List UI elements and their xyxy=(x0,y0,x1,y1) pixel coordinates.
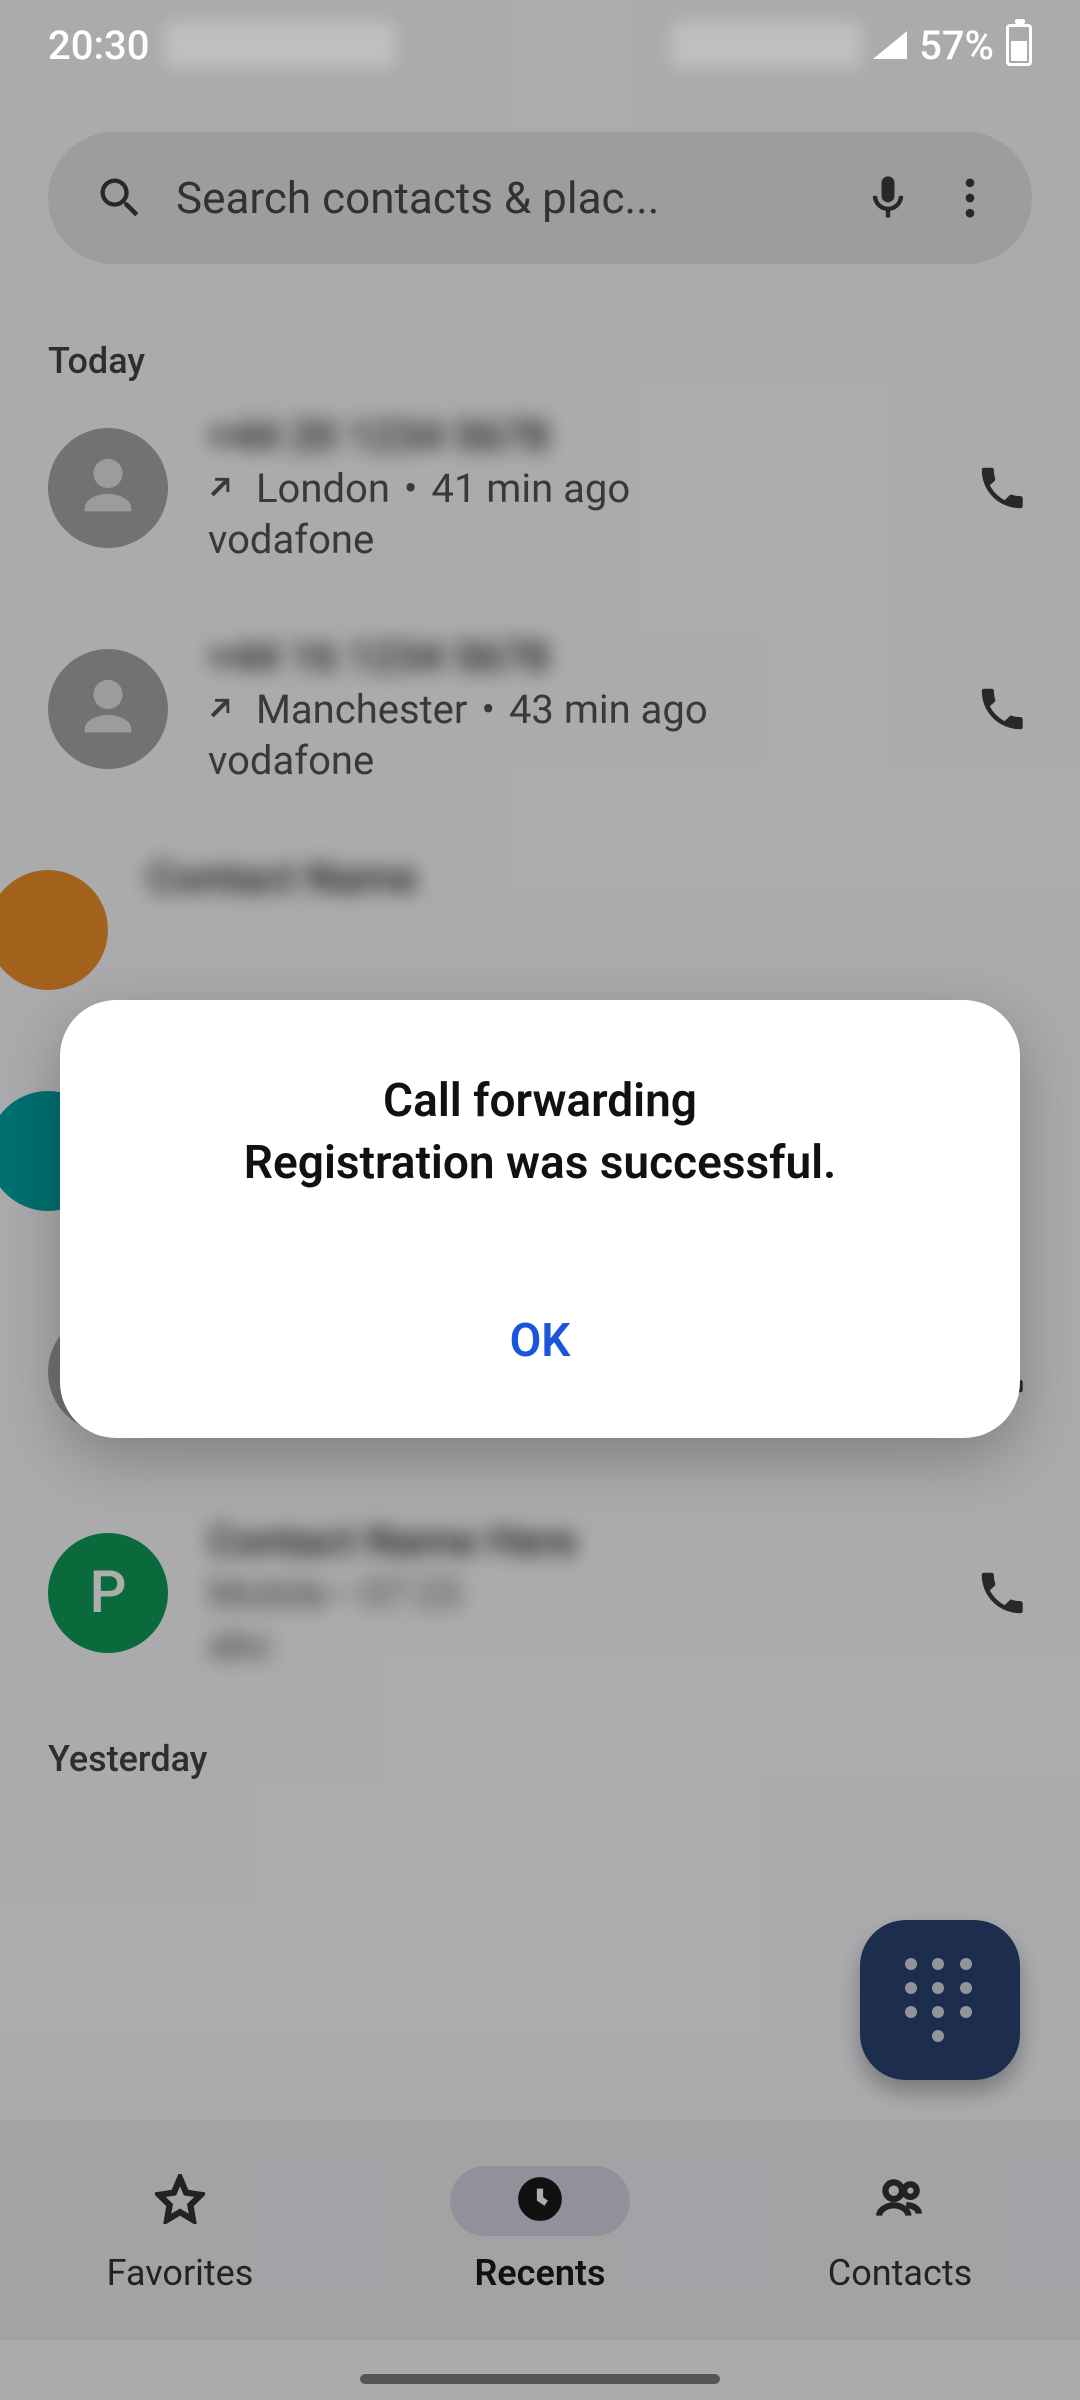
dialog-message: Call forwarding Registration was success… xyxy=(110,1070,970,1194)
ok-button[interactable]: OK xyxy=(110,1294,970,1388)
dialog: Call forwarding Registration was success… xyxy=(60,1000,1020,1438)
battery-icon xyxy=(1006,24,1032,66)
status-notification-icons xyxy=(165,22,395,68)
status-system-icons xyxy=(671,22,861,68)
status-time: 20:30 xyxy=(48,22,149,69)
battery-percent: 57% xyxy=(919,22,994,69)
gesture-bar xyxy=(360,2374,720,2384)
status-bar: 20:30 57% xyxy=(0,0,1080,90)
signal-icon xyxy=(873,31,907,59)
